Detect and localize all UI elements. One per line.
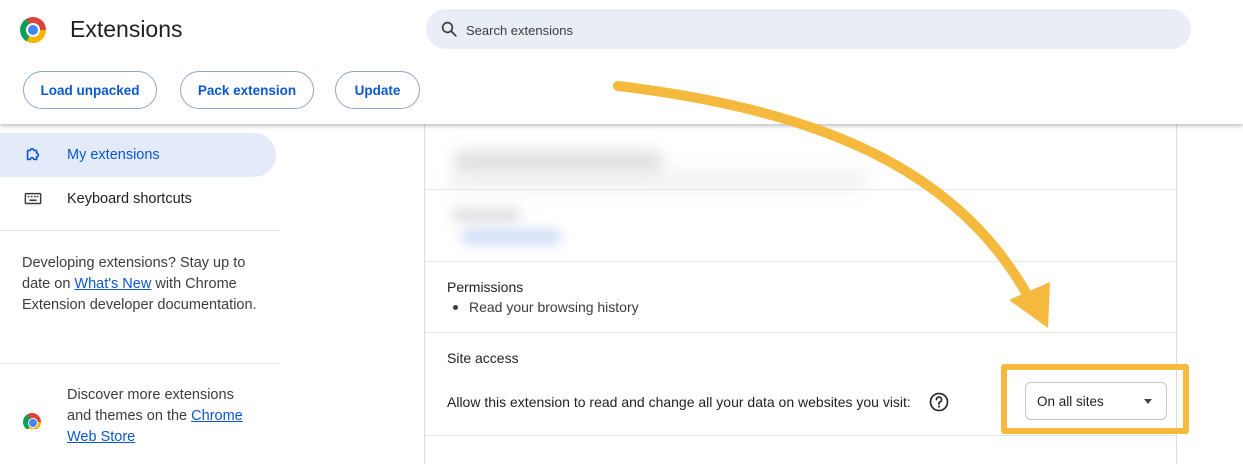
sidebar-item-label: Keyboard shortcuts — [67, 191, 192, 207]
chrome-logo-icon — [20, 17, 46, 43]
sidebar-item-my-extensions[interactable]: My extensions — [0, 133, 276, 177]
blurred-section-label — [451, 208, 521, 222]
web-store-info-text: Discover more extensions and themes on t… — [67, 385, 262, 448]
permissions-title: Permissions — [447, 279, 524, 295]
page-title: Extensions — [70, 16, 183, 42]
sidebar-item-label: My extensions — [67, 147, 160, 163]
pack-extension-button[interactable]: Pack extension — [180, 71, 314, 109]
blurred-extension-name — [453, 150, 663, 172]
page-header: Extensions Load unpacked Pack extension … — [0, 0, 1243, 124]
row-divider — [425, 435, 1176, 436]
sidebar-item-keyboard-shortcuts[interactable]: Keyboard shortcuts — [0, 177, 276, 221]
blurred-link — [461, 230, 561, 244]
row-divider — [425, 261, 1176, 262]
help-icon[interactable] — [929, 392, 949, 412]
site-access-title: Site access — [447, 350, 519, 366]
load-unpacked-button[interactable]: Load unpacked — [23, 71, 157, 109]
update-button[interactable]: Update — [335, 71, 420, 109]
keyboard-icon — [24, 192, 42, 205]
bullet-icon — [453, 305, 458, 310]
web-store-icon — [22, 409, 42, 429]
developer-info-text: Developing extensions? Stay up to date o… — [22, 253, 262, 316]
search-input[interactable] — [464, 9, 1168, 51]
row-divider — [425, 332, 1176, 333]
annotation-highlight-box — [1001, 364, 1189, 434]
sidebar: My extensions Keyboard shortcuts Develop… — [0, 124, 280, 454]
extension-puzzle-icon — [26, 147, 40, 161]
row-divider — [425, 189, 1176, 190]
sidebar-divider — [0, 230, 280, 231]
site-access-description: Allow this extension to read and change … — [447, 394, 911, 410]
search-bar[interactable] — [426, 9, 1191, 51]
sidebar-divider — [0, 363, 280, 364]
whats-new-link[interactable]: What's New — [74, 276, 151, 292]
search-icon — [441, 21, 457, 37]
permission-item: Read your browsing history — [469, 299, 639, 315]
blurred-extension-description — [447, 172, 867, 190]
